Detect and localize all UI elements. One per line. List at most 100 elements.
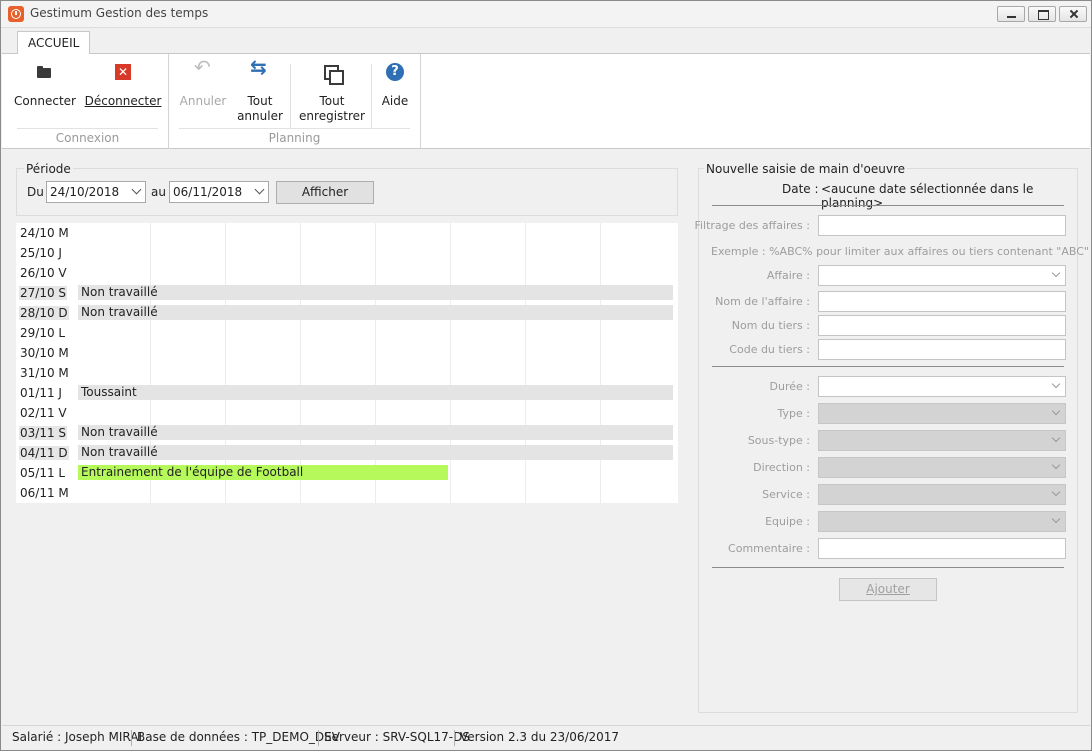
code-tiers-field[interactable] bbox=[818, 339, 1066, 360]
chevron-down-icon bbox=[1051, 514, 1061, 524]
separator-line bbox=[712, 205, 1064, 206]
chevron-down-icon bbox=[1051, 379, 1061, 389]
chevron-down-icon bbox=[1051, 268, 1061, 278]
tout-annuler-label-2: annuler bbox=[237, 109, 283, 123]
save-all-icon bbox=[321, 62, 344, 85]
date-du-picker[interactable]: 24/10/2018 bbox=[46, 181, 146, 203]
chevron-down-icon bbox=[131, 184, 142, 195]
clock-app-icon bbox=[8, 6, 24, 22]
status-separator bbox=[131, 730, 132, 746]
nom-tiers-label: Nom du tiers : bbox=[731, 319, 810, 332]
nom-tiers-field[interactable] bbox=[818, 315, 1066, 336]
tout-annuler-button[interactable]: Tout annuler bbox=[233, 60, 287, 124]
date-au-picker[interactable]: 06/11/2018 bbox=[169, 181, 269, 203]
planning-row-date: 27/10 S bbox=[19, 286, 68, 300]
deconnecter-button[interactable]: Déconnecter bbox=[83, 62, 163, 109]
status-bar: Salarié : Joseph MIRAI Base de données :… bbox=[2, 725, 1090, 750]
annuler-button[interactable]: Annuler bbox=[175, 60, 231, 109]
planning-row[interactable]: 30/10 M bbox=[16, 343, 678, 363]
group-label-connexion: Connexion bbox=[55, 131, 120, 145]
planning-non-travaille[interactable]: Non travaillé bbox=[78, 285, 673, 300]
chevron-down-icon bbox=[1051, 487, 1061, 497]
maximize-button[interactable] bbox=[1028, 6, 1056, 22]
commentaire-field[interactable] bbox=[818, 538, 1066, 559]
chevron-down-icon bbox=[1051, 406, 1061, 416]
filtrage-input[interactable] bbox=[818, 215, 1066, 236]
type-label: Type : bbox=[777, 407, 810, 420]
planning-row-date: 30/10 M bbox=[20, 346, 69, 360]
equipe-label: Equipe : bbox=[765, 515, 810, 528]
date-label: Date : bbox=[782, 182, 819, 196]
planning-row[interactable]: 04/11 D Non travaillé bbox=[16, 443, 678, 463]
equipe-select[interactable] bbox=[818, 511, 1066, 532]
planning-non-travaille[interactable]: Toussaint bbox=[78, 385, 673, 400]
ribbon: Connecter Déconnecter Connexion Annuler … bbox=[2, 54, 1090, 149]
planning-row-date: 04/11 D bbox=[19, 446, 69, 460]
ribbon-separator bbox=[290, 64, 291, 128]
planning-non-travaille[interactable]: Non travaillé bbox=[78, 425, 673, 440]
periode-legend: Période bbox=[24, 162, 73, 176]
close-button[interactable] bbox=[1059, 6, 1087, 22]
planning-non-travaille[interactable]: Non travaillé bbox=[78, 305, 673, 320]
ribbon-separator bbox=[371, 64, 372, 128]
planning-row-date: 29/10 L bbox=[20, 326, 66, 340]
separator-line bbox=[712, 366, 1064, 367]
planning-row[interactable]: 26/10 V bbox=[16, 263, 678, 283]
planning-row[interactable]: 27/10 S Non travaillé bbox=[16, 283, 678, 303]
planning-row-date: 24/10 M bbox=[20, 226, 69, 240]
tout-enregistrer-button[interactable]: Tout enregistrer bbox=[297, 62, 367, 124]
tout-enregistrer-label-1: Tout bbox=[319, 94, 345, 108]
planning-row[interactable]: 25/10 J bbox=[16, 243, 678, 263]
status-separator bbox=[318, 730, 319, 746]
nom-affaire-field[interactable] bbox=[818, 291, 1066, 312]
planning-row-date: 25/10 J bbox=[20, 246, 62, 260]
duree-label: Durée : bbox=[769, 380, 810, 393]
chevron-down-icon bbox=[254, 184, 265, 195]
service-select[interactable] bbox=[818, 484, 1066, 505]
planning-non-travaille[interactable]: Non travaillé bbox=[78, 445, 673, 460]
planning-event[interactable]: Entrainement de l'équipe de Football bbox=[78, 465, 448, 480]
planning-row-date: 28/10 D bbox=[19, 306, 69, 320]
planning-row[interactable]: 29/10 L bbox=[16, 323, 678, 343]
planning-row[interactable]: 06/11 M bbox=[16, 483, 678, 503]
planning-row[interactable]: 28/10 D Non travaillé bbox=[16, 303, 678, 323]
tab-accueil[interactable]: ACCUEIL bbox=[17, 31, 91, 55]
planning-row[interactable]: 03/11 S Non travaillé bbox=[16, 423, 678, 443]
planning-row-date: 05/11 L bbox=[20, 466, 66, 480]
planning-row-date: 02/11 V bbox=[20, 406, 67, 420]
planning-row[interactable]: 31/10 M bbox=[16, 363, 678, 383]
planning-row[interactable]: 02/11 V bbox=[16, 403, 678, 423]
nom-affaire-label: Nom de l'affaire : bbox=[715, 295, 810, 308]
duree-select[interactable] bbox=[818, 376, 1066, 397]
disconnect-icon bbox=[112, 62, 134, 84]
title-bar: Gestimum Gestion des temps bbox=[1, 1, 1091, 28]
planning-grid: 24/10 M 25/10 J 26/10 V 27/10 S Non travaill… bbox=[16, 223, 678, 503]
group-separator bbox=[179, 128, 410, 129]
direction-label: Direction : bbox=[753, 461, 810, 474]
planning-row[interactable]: 24/10 M bbox=[16, 223, 678, 243]
status-base: Base de données : TP_DEMO_DEV bbox=[137, 730, 340, 744]
deconnecter-label: Déconnecter bbox=[84, 94, 162, 108]
date-au-value: 06/11/2018 bbox=[173, 185, 243, 199]
affaire-select[interactable] bbox=[818, 265, 1066, 286]
direction-select[interactable] bbox=[818, 457, 1066, 478]
group-label-planning: Planning bbox=[268, 131, 321, 145]
separator-line bbox=[712, 567, 1064, 568]
ribbon-tab-strip: ACCUEIL bbox=[2, 28, 1090, 55]
date-du-value: 24/10/2018 bbox=[50, 185, 120, 199]
connecter-label: Connecter bbox=[14, 94, 76, 108]
aide-button[interactable]: Aide bbox=[375, 62, 415, 109]
afficher-button[interactable]: Afficher bbox=[276, 181, 374, 204]
minimize-button[interactable] bbox=[997, 6, 1025, 22]
planning-row[interactable]: 01/11 J Toussaint bbox=[16, 383, 678, 403]
connecter-button[interactable]: Connecter bbox=[13, 62, 77, 109]
annuler-label: Annuler bbox=[179, 94, 227, 108]
sous-type-select[interactable] bbox=[818, 430, 1066, 451]
ajouter-button[interactable]: Ajouter bbox=[839, 578, 937, 601]
planning-row[interactable]: 05/11 L Entrainement de l'équipe de Footb… bbox=[16, 463, 678, 483]
ribbon-group-planning: Annuler Tout annuler Tout enregistrer Ai… bbox=[169, 54, 421, 149]
type-select[interactable] bbox=[818, 403, 1066, 424]
folder-open-icon bbox=[34, 62, 56, 84]
ribbon-group-connexion: Connecter Déconnecter Connexion bbox=[7, 54, 169, 149]
saisie-legend: Nouvelle saisie de main d'oeuvre bbox=[704, 162, 908, 176]
